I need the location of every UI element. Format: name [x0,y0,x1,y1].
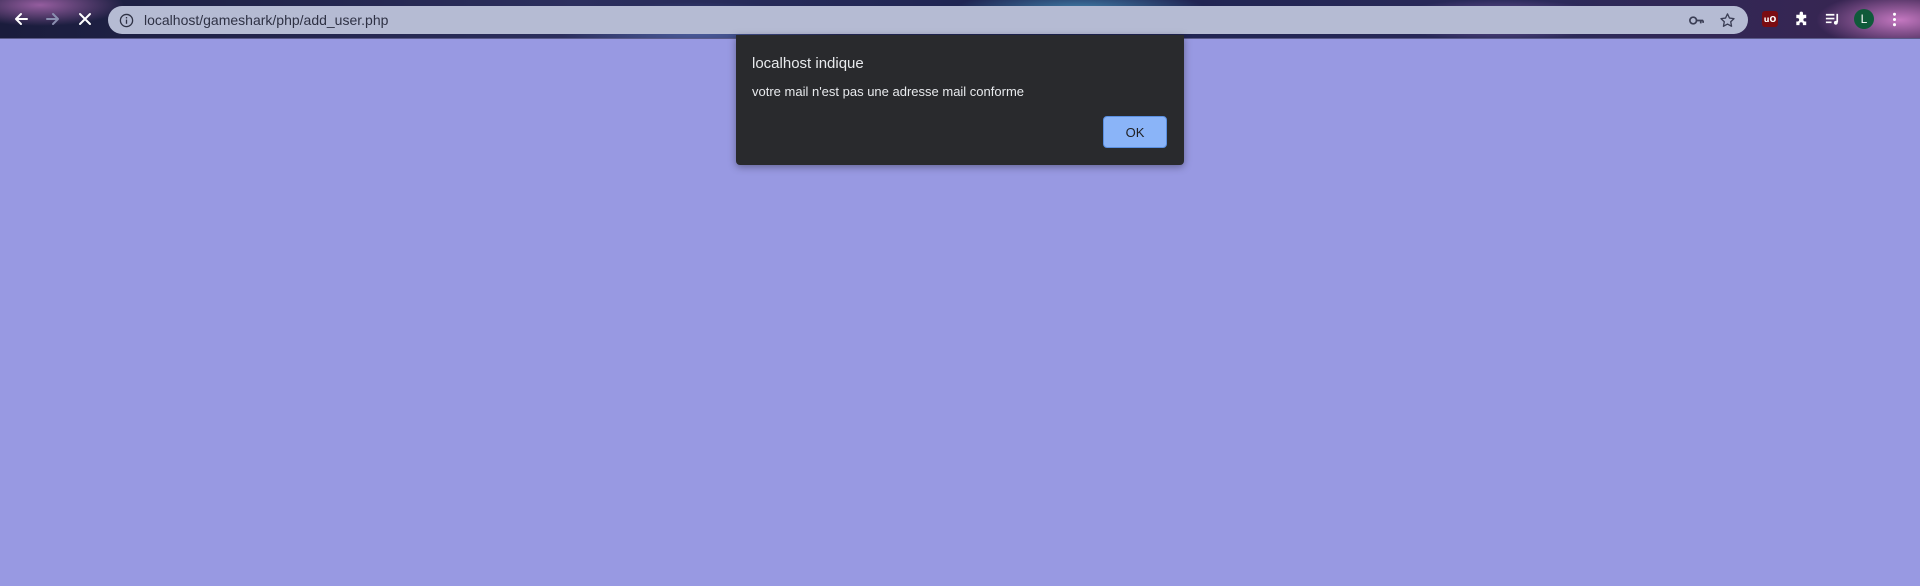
close-icon [79,13,91,25]
profile-button[interactable]: L [1854,9,1874,29]
extensions-button[interactable] [1791,9,1811,29]
url-input[interactable] [142,11,1688,29]
star-icon[interactable] [1719,12,1736,29]
info-icon[interactable] [118,12,134,28]
browser-toolbar: uO L [0,0,1920,39]
alert-dialog: localhost indique votre mail n'est pas u… [736,35,1184,165]
address-bar[interactable] [108,6,1748,34]
back-button[interactable] [8,6,34,32]
kebab-menu-icon [1892,12,1896,26]
browser-menu-button[interactable] [1884,9,1904,29]
playlist-icon [1825,13,1838,25]
stop-loading-button[interactable] [72,6,98,32]
avatar: L [1854,9,1874,29]
key-icon[interactable] [1688,12,1705,29]
puzzle-icon [1795,11,1806,25]
dialog-title: localhost indique [752,55,864,72]
arrow-left-icon [15,13,28,25]
ublock-extension-button[interactable]: uO [1760,9,1780,29]
media-control-button[interactable] [1822,9,1842,29]
arrow-right-icon [46,13,59,25]
ublock-icon: uO [1762,11,1778,27]
dialog-message: votre mail n'est pas une adresse mail co… [752,84,1024,99]
ok-button[interactable]: OK [1103,116,1167,148]
forward-button[interactable] [40,6,66,32]
